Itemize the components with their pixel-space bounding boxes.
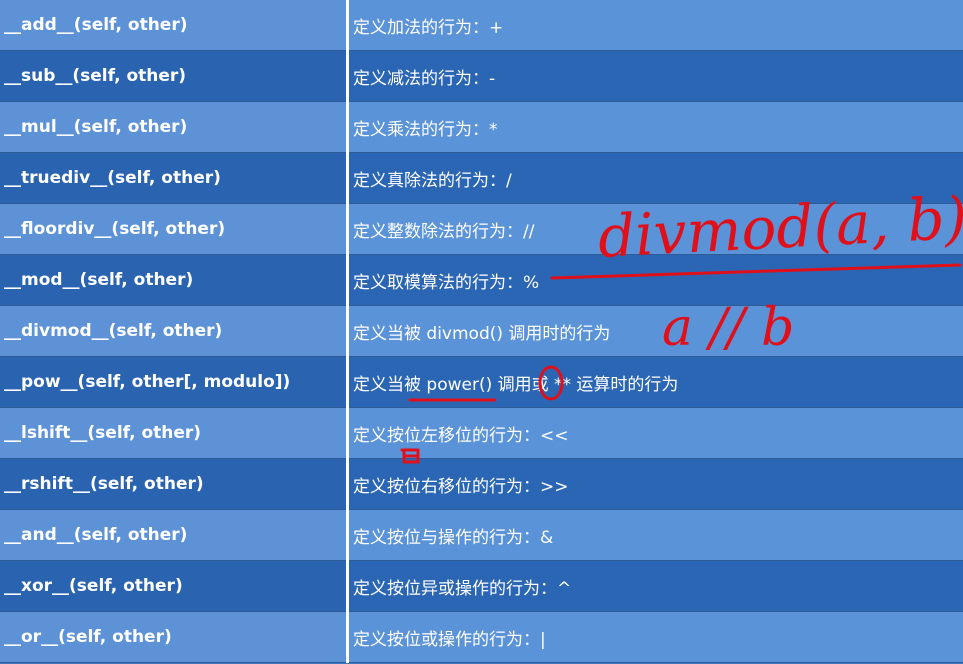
method-description: 定义整数除法的行为：//	[347, 203, 963, 255]
method-signature: __add__(self, other)	[0, 0, 349, 51]
method-signature: __rshift__(self, other)	[0, 458, 349, 510]
method-signature: __sub__(self, other)	[0, 50, 349, 102]
method-signature: __xor__(self, other)	[0, 560, 349, 612]
slide: __add__(self, other) 定义加法的行为：+ __sub__(s…	[0, 0, 963, 664]
table-row: __lshift__(self, other) 定义按位左移位的行为：<<	[0, 407, 963, 459]
method-description: 定义加法的行为：+	[347, 0, 963, 51]
table-row: __mul__(self, other) 定义乘法的行为：*	[0, 101, 963, 153]
method-description: 定义按位右移位的行为：>>	[347, 458, 963, 510]
method-description: 定义按位与操作的行为：&	[347, 509, 963, 561]
table-row: __rshift__(self, other) 定义按位右移位的行为：>>	[0, 458, 963, 510]
method-description: 定义乘法的行为：*	[347, 101, 963, 153]
table-row: __and__(self, other) 定义按位与操作的行为：&	[0, 509, 963, 561]
table-row: __divmod__(self, other) 定义当被 divmod() 调用…	[0, 305, 963, 357]
method-description: 定义按位左移位的行为：<<	[347, 407, 963, 459]
table-row: __sub__(self, other) 定义减法的行为：-	[0, 50, 963, 102]
table-row: __truediv__(self, other) 定义真除法的行为：/	[0, 152, 963, 204]
method-description: 定义真除法的行为：/	[347, 152, 963, 204]
method-signature: __floordiv__(self, other)	[0, 203, 349, 255]
method-description: 定义取模算法的行为：%	[347, 254, 963, 306]
method-signature: __mod__(self, other)	[0, 254, 349, 306]
table-row: __add__(self, other) 定义加法的行为：+	[0, 0, 963, 51]
table-row: __floordiv__(self, other) 定义整数除法的行为：//	[0, 203, 963, 255]
method-signature: __truediv__(self, other)	[0, 152, 349, 204]
method-description: 定义当被 divmod() 调用时的行为	[347, 305, 963, 357]
method-signature: __mul__(self, other)	[0, 101, 349, 153]
table-row: __pow__(self, other[, modulo]) 定义当被 powe…	[0, 356, 963, 408]
method-description: 定义按位或操作的行为：|	[347, 611, 963, 663]
magic-methods-table: __add__(self, other) 定义加法的行为：+ __sub__(s…	[0, 0, 963, 663]
table-row: __xor__(self, other) 定义按位异或操作的行为：^	[0, 560, 963, 612]
method-signature: __or__(self, other)	[0, 611, 349, 663]
method-signature: __and__(self, other)	[0, 509, 349, 561]
table-row: __or__(self, other) 定义按位或操作的行为：|	[0, 611, 963, 663]
method-description: 定义按位异或操作的行为：^	[347, 560, 963, 612]
method-signature: __lshift__(self, other)	[0, 407, 349, 459]
method-description: 定义当被 power() 调用或 ** 运算时的行为	[347, 356, 963, 408]
table-row: __mod__(self, other) 定义取模算法的行为：%	[0, 254, 963, 306]
method-description: 定义减法的行为：-	[347, 50, 963, 102]
method-signature: __divmod__(self, other)	[0, 305, 349, 357]
method-signature: __pow__(self, other[, modulo])	[0, 356, 349, 408]
